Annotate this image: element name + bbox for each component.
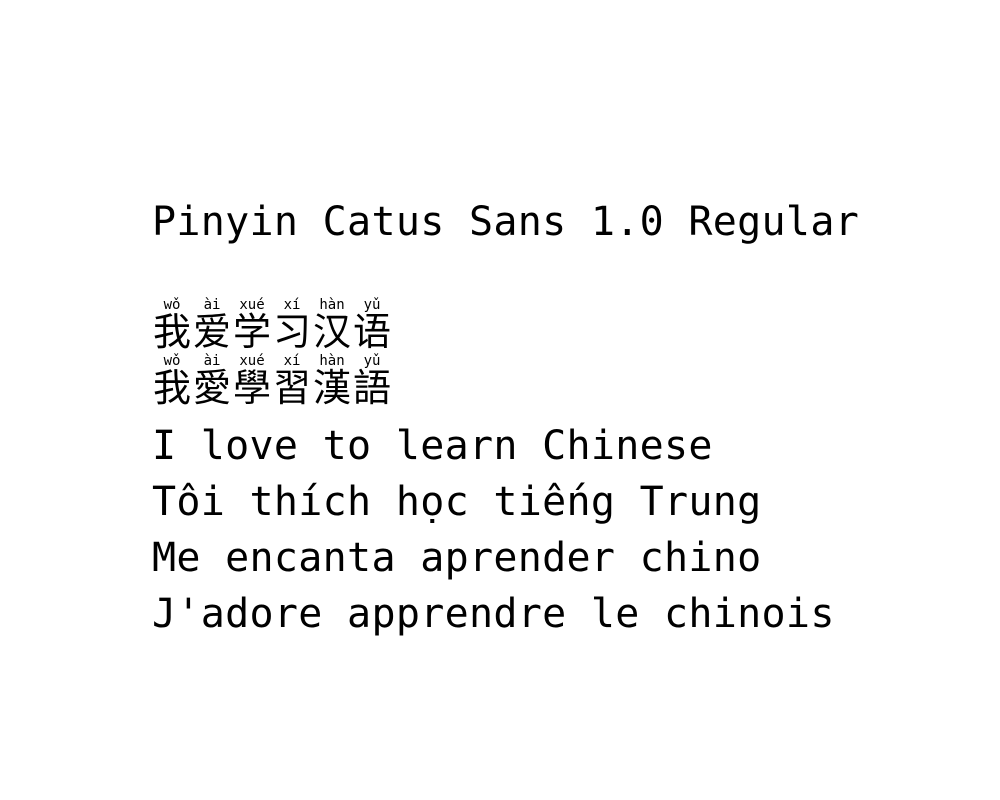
french-sample-line: J'adore apprendre le chinois: [152, 591, 835, 637]
char-unit: ài 爱: [192, 298, 232, 352]
char-unit: hàn 汉: [312, 298, 352, 352]
hanzi-character: 学: [232, 310, 271, 354]
char-unit: hàn 漢: [312, 354, 352, 408]
char-unit: wǒ 我: [152, 354, 192, 408]
char-unit: wǒ 我: [152, 298, 192, 352]
hanzi-character: 习: [272, 310, 311, 354]
simplified-chinese-line: wǒ 我 ài 爱 xué 学 xí 习 hàn 汉 yǔ 语: [152, 298, 392, 352]
char-unit: ài 愛: [192, 354, 232, 408]
font-specimen-page: { "title": "Pinyin Catus Sans 1.0 Regula…: [0, 0, 1000, 800]
char-unit: yǔ 语: [352, 298, 392, 352]
hanzi-character: 爱: [192, 310, 231, 354]
vietnamese-sample-line: Tôi thích học tiếng Trung: [152, 479, 762, 525]
char-unit: yǔ 語: [352, 354, 392, 408]
char-unit: xí 习: [272, 298, 312, 352]
char-unit: xí 習: [272, 354, 312, 408]
hanzi-character: 愛: [192, 366, 231, 410]
spanish-sample-line: Me encanta aprender chino: [152, 535, 762, 581]
hanzi-character: 我: [152, 366, 191, 410]
hanzi-character: 語: [352, 366, 391, 410]
english-sample-line: I love to learn Chinese: [152, 423, 713, 469]
hanzi-character: 我: [152, 310, 191, 354]
hanzi-character: 漢: [312, 366, 351, 410]
char-unit: xué 學: [232, 354, 272, 408]
font-name-title: Pinyin Catus Sans 1.0 Regular: [152, 199, 860, 245]
traditional-chinese-line: wǒ 我 ài 愛 xué 學 xí 習 hàn 漢 yǔ 語: [152, 354, 392, 408]
hanzi-character: 语: [352, 310, 391, 354]
hanzi-character: 學: [232, 366, 271, 410]
hanzi-character: 習: [272, 366, 311, 410]
char-unit: xué 学: [232, 298, 272, 352]
hanzi-character: 汉: [312, 310, 351, 354]
